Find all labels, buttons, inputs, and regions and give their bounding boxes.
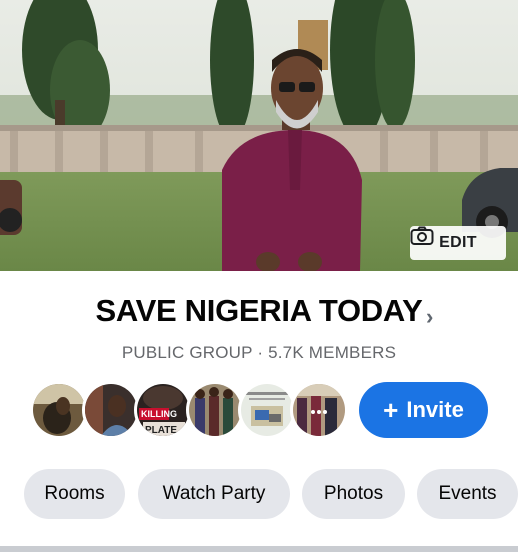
invite-button[interactable]: + Invite bbox=[359, 382, 488, 438]
tab-rooms[interactable]: Rooms bbox=[24, 469, 125, 519]
tab-label: Rooms bbox=[44, 483, 105, 504]
invite-label: Invite bbox=[406, 397, 464, 422]
tab-label: Photos bbox=[323, 483, 384, 504]
tab-watch-party[interactable]: Watch Party bbox=[138, 469, 290, 519]
edit-cover-button[interactable]: EDIT bbox=[410, 226, 506, 260]
group-title-row[interactable]: SAVE NIGERIA TODAY bbox=[0, 293, 518, 329]
member-avatar-3[interactable]: KILLING PLATE bbox=[134, 381, 192, 439]
svg-text:PLATE: PLATE bbox=[145, 425, 177, 436]
svg-text:KILLING: KILLING bbox=[141, 409, 177, 419]
tab-label: Watch Party bbox=[162, 483, 266, 504]
chevron-right-icon[interactable]: › bbox=[426, 304, 433, 330]
group-meta: PUBLIC GROUP · 5.7K MEMBERS bbox=[121, 343, 397, 362]
member-avatar-6[interactable] bbox=[290, 381, 348, 439]
member-avatar-5[interactable] bbox=[238, 381, 296, 439]
tab-photos[interactable]: Photos bbox=[302, 469, 405, 519]
camera-icon bbox=[410, 226, 434, 245]
member-avatar-2[interactable] bbox=[82, 381, 140, 439]
section-divider bbox=[0, 546, 518, 552]
tab-events[interactable]: Events bbox=[417, 469, 518, 519]
edit-label: EDIT bbox=[439, 234, 477, 251]
plus-icon: + bbox=[383, 395, 399, 425]
tab-label: Events bbox=[438, 483, 497, 504]
member-avatar-1[interactable] bbox=[30, 381, 88, 439]
group-title: SAVE NIGERIA TODAY bbox=[95, 293, 423, 328]
member-avatar-4[interactable] bbox=[186, 381, 244, 439]
cover-photo[interactable]: EDIT bbox=[0, 0, 518, 271]
